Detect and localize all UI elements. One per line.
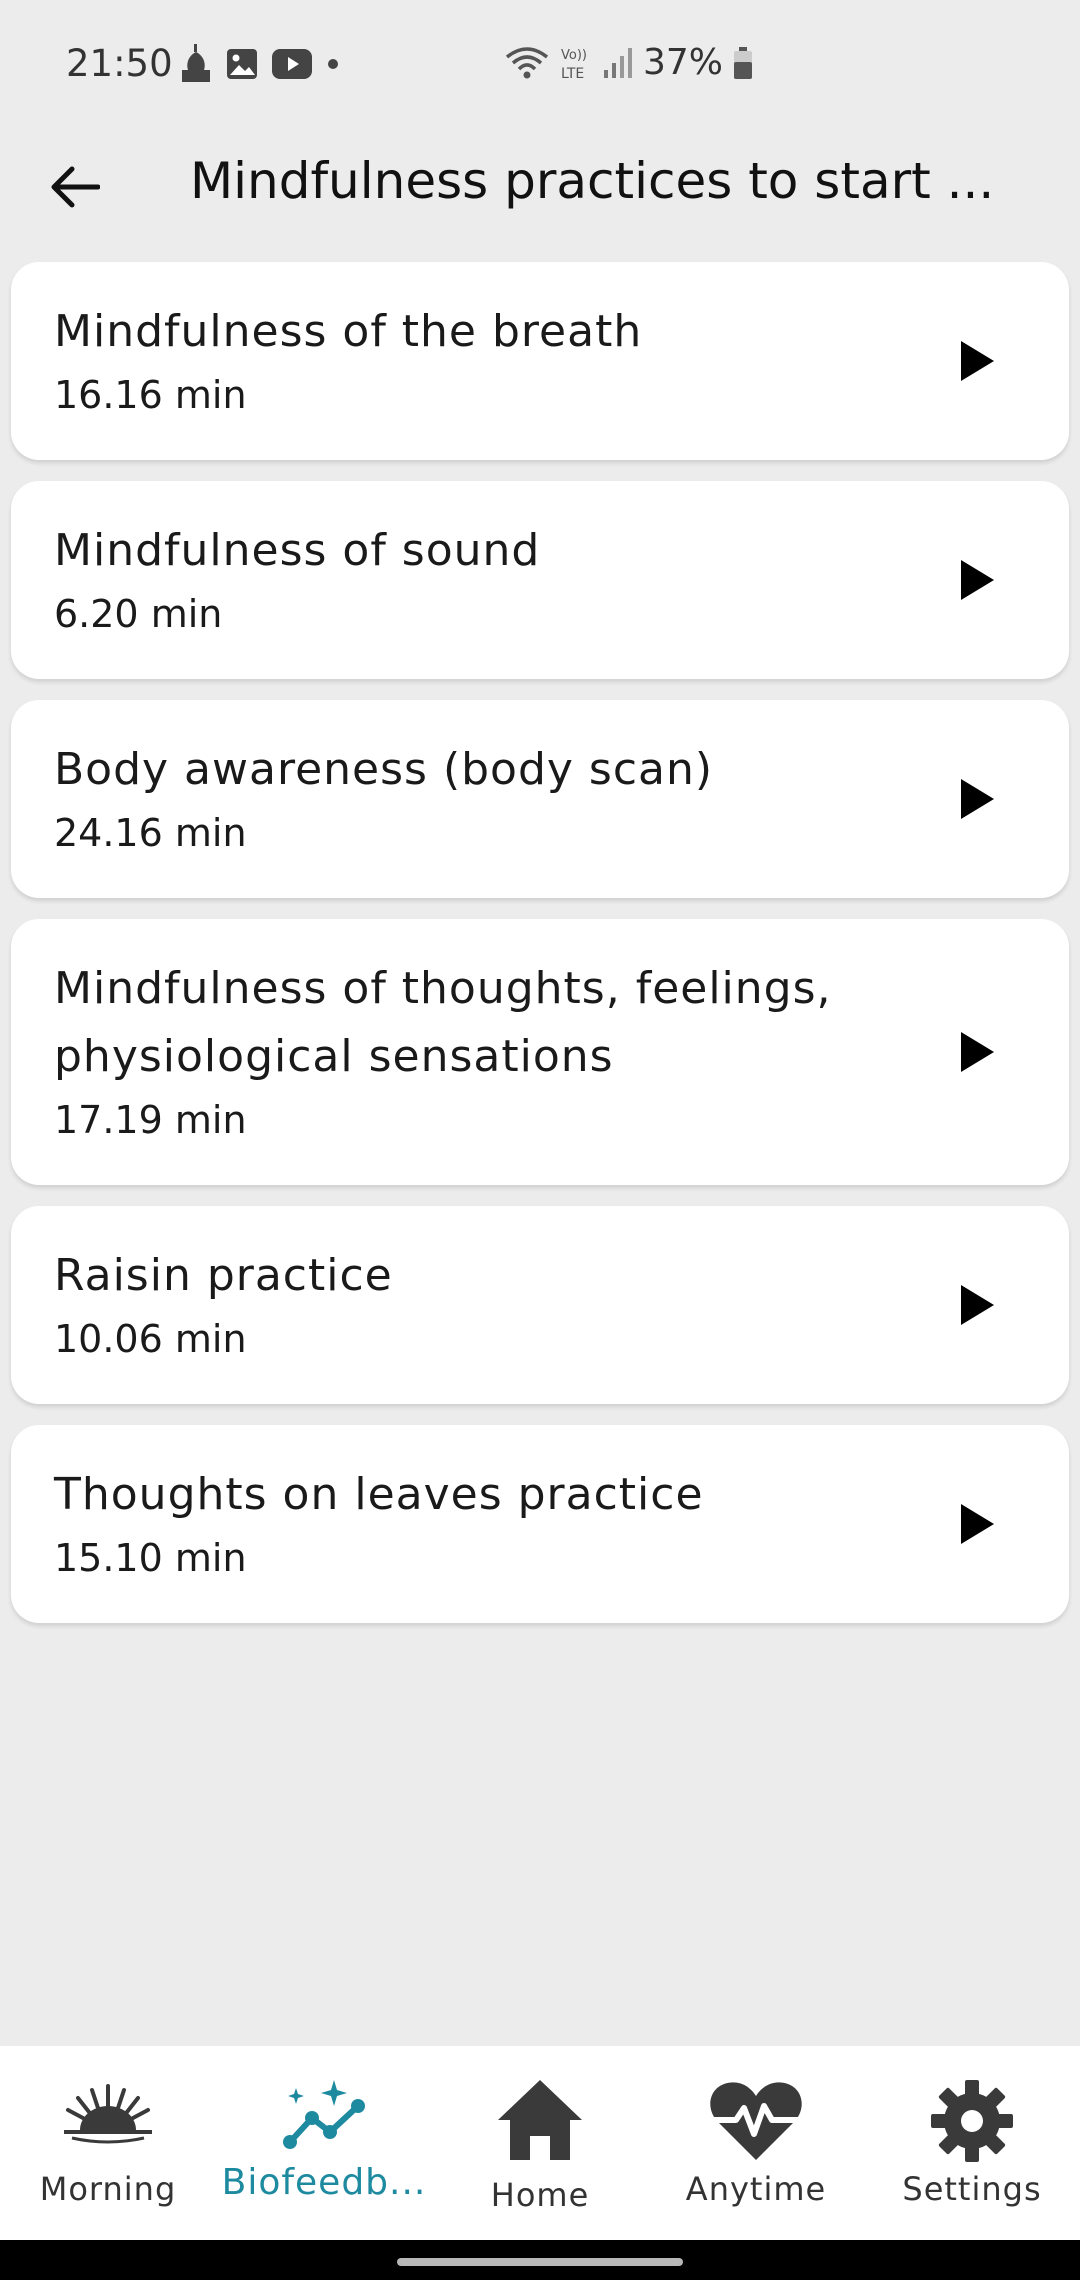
practice-title: Thoughts on leaves practice [54,1469,704,1520]
nav-item-settings[interactable]: Settings [864,2046,1080,2240]
practice-title: Raisin practice [54,1250,393,1301]
youtube-icon [272,49,312,79]
volte-icon: Vo)) LTE [559,44,593,82]
play-icon[interactable] [957,1282,997,1328]
practice-list: Mindfulness of the breath 16.16 min Mind… [11,262,1069,1623]
dot-icon [326,57,340,71]
home-icon [498,2080,582,2160]
practice-title: Mindfulness of thoughts, feelings, physi… [54,963,832,1082]
svg-text:LTE: LTE [561,66,584,82]
header: Mindfulness practices to start ... [0,130,1080,250]
signal-icon [603,46,633,80]
play-icon[interactable] [957,557,997,603]
status-time: 21:50 [66,42,173,85]
practice-duration: 24.16 min [54,811,247,855]
bottom-nav: Morning Biofeedb... Home Anytime Setting… [0,2046,1080,2240]
nav-label: Anytime [685,2170,827,2208]
play-icon[interactable] [957,1029,997,1075]
heart-pulse-icon [710,2082,802,2160]
gallery-icon [226,48,258,80]
status-icons-right: Vo)) LTE 37% [505,42,753,83]
status-icons-left [180,44,340,84]
practice-title: Mindfulness of sound [54,525,541,576]
nav-label: Morning [39,2170,177,2208]
trend-chart-icon [283,2080,365,2149]
play-icon[interactable] [957,338,997,384]
practice-duration: 10.06 min [54,1317,247,1361]
arrow-left-icon [50,165,100,209]
mosque-notification-icon [180,44,212,84]
battery-level: 37% [643,42,724,83]
back-button[interactable] [40,152,110,222]
practice-duration: 17.19 min [54,1098,247,1142]
practice-card[interactable]: Mindfulness of sound 6.20 min [11,481,1069,679]
practice-card[interactable]: Mindfulness of thoughts, feelings, physi… [11,919,1069,1185]
nav-label: Home [490,2176,590,2214]
practice-duration: 15.10 min [54,1536,247,1580]
play-icon[interactable] [957,1501,997,1547]
nav-item-anytime[interactable]: Anytime [648,2046,864,2240]
status-bar: 21:50 Vo)) LTE 37% [0,0,1080,130]
practice-duration: 16.16 min [54,373,247,417]
nav-item-home[interactable]: Home [432,2046,648,2240]
practice-card[interactable]: Mindfulness of the breath 16.16 min [11,262,1069,460]
nav-label: Settings [902,2170,1042,2208]
nav-item-morning[interactable]: Morning [0,2046,216,2240]
practice-card[interactable]: Raisin practice 10.06 min [11,1206,1069,1404]
practice-title: Mindfulness of the breath [54,306,643,357]
gear-icon [931,2080,1013,2162]
practice-duration: 6.20 min [54,592,223,636]
sunrise-icon [64,2084,152,2144]
play-icon[interactable] [957,776,997,822]
system-navigation-bar [0,2240,1080,2280]
wifi-icon [505,45,549,81]
page-title: Mindfulness practices to start ... [190,152,995,210]
battery-icon [733,46,753,80]
practice-title: Body awareness (body scan) [54,744,714,795]
nav-label: Biofeedb... [221,2162,427,2203]
practice-card[interactable]: Body awareness (body scan) 24.16 min [11,700,1069,898]
nav-item-biofeedback[interactable]: Biofeedb... [216,2046,432,2240]
svg-text:Vo)): Vo)) [561,48,587,63]
home-indicator[interactable] [397,2258,683,2266]
practice-card[interactable]: Thoughts on leaves practice 15.10 min [11,1425,1069,1623]
